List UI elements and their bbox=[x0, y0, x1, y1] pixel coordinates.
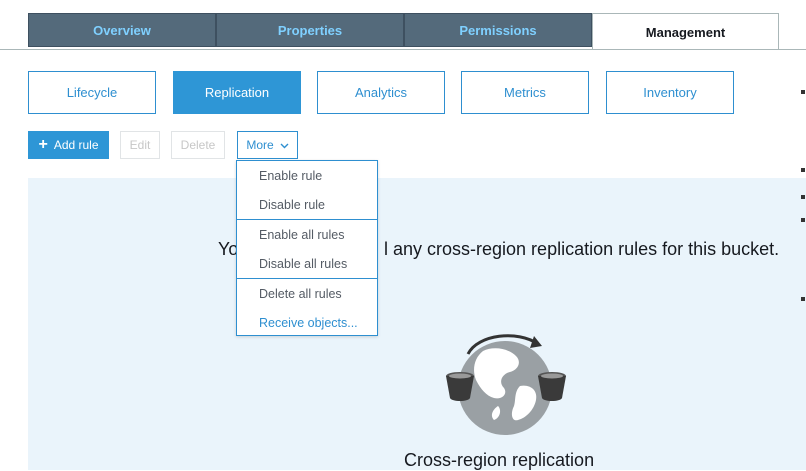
edge-mark bbox=[801, 195, 805, 199]
more-button[interactable]: More bbox=[237, 131, 298, 159]
delete-button[interactable]: Delete bbox=[171, 131, 225, 159]
edit-button[interactable]: Edit bbox=[120, 131, 160, 159]
subtab-replication[interactable]: Replication bbox=[173, 71, 301, 114]
cross-region-title: Cross-region replication bbox=[404, 450, 595, 470]
plus-icon: + bbox=[38, 136, 48, 153]
menu-item-receive-objects[interactable]: Receive objects... bbox=[237, 308, 377, 337]
tab-overview[interactable]: Overview bbox=[28, 13, 216, 47]
more-label: More bbox=[246, 138, 274, 152]
menu-item-enable-rule[interactable]: Enable rule bbox=[237, 161, 377, 190]
tab-properties[interactable]: Properties bbox=[216, 13, 404, 47]
tab-permissions[interactable]: Permissions bbox=[404, 13, 592, 47]
more-dropdown-menu: Enable rule Disable rule Enable all rule… bbox=[236, 160, 378, 336]
empty-message-rest: l any cross-region replication rules for… bbox=[384, 239, 780, 259]
menu-item-disable-all-rules[interactable]: Disable all rules bbox=[237, 249, 377, 278]
subtab-inventory[interactable]: Inventory bbox=[606, 71, 734, 114]
subtab-analytics[interactable]: Analytics bbox=[317, 71, 445, 114]
edge-mark bbox=[801, 218, 805, 222]
menu-item-delete-all-rules[interactable]: Delete all rules bbox=[237, 279, 377, 308]
edge-mark bbox=[801, 90, 805, 94]
edge-mark bbox=[801, 168, 805, 172]
replication-panel bbox=[28, 178, 806, 470]
subtab-metrics[interactable]: Metrics bbox=[461, 71, 589, 114]
tab-management[interactable]: Management bbox=[592, 13, 779, 50]
tab-divider bbox=[0, 49, 806, 50]
add-rule-button[interactable]: + Add rule bbox=[28, 131, 109, 159]
chevron-down-icon bbox=[280, 138, 289, 152]
edge-mark bbox=[801, 297, 805, 301]
menu-item-disable-rule[interactable]: Disable rule bbox=[237, 190, 377, 219]
top-tab-bar: Overview Properties Permissions Manageme… bbox=[28, 13, 780, 50]
menu-item-enable-all-rules[interactable]: Enable all rules bbox=[237, 220, 377, 249]
subtab-lifecycle[interactable]: Lifecycle bbox=[28, 71, 156, 114]
add-rule-label: Add rule bbox=[53, 138, 99, 152]
globe-buckets-icon bbox=[438, 326, 572, 441]
